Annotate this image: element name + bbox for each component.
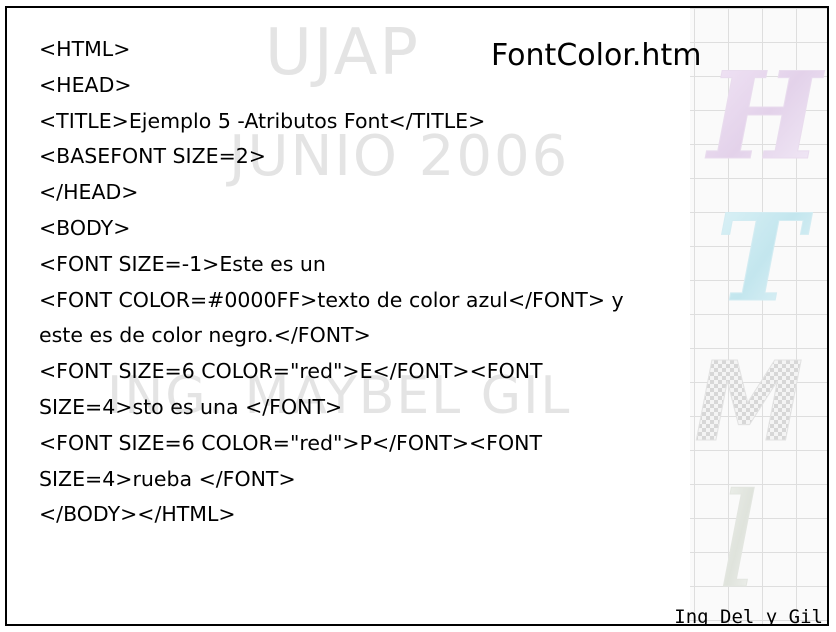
html-letters-graphic: H T M l bbox=[694, 46, 826, 618]
code-line: <BASEFONT SIZE=2> bbox=[39, 144, 266, 169]
code-line: <FONT SIZE=-1>Este es un bbox=[39, 251, 326, 276]
code-line: </HEAD> bbox=[39, 180, 139, 205]
code-line: SIZE=4>rueba </FONT> bbox=[39, 466, 296, 491]
code-line: <TITLE>Ejemplo 5 -Atributos Font</TITLE> bbox=[39, 108, 486, 133]
letter-m-graphic: M bbox=[694, 338, 803, 466]
footer-credit: Ing Del y Gil bbox=[674, 606, 823, 626]
code-line: este es de color negro.</FONT> bbox=[39, 323, 371, 348]
slide: H T M l UJAP JUNIO 2006 ING. MAYBEL GIL … bbox=[5, 6, 829, 626]
letter-t-graphic: T bbox=[716, 188, 813, 329]
code-line: SIZE=4>sto es una </FONT> bbox=[39, 394, 343, 419]
code-line: <HTML> bbox=[39, 37, 131, 61]
code-line: <FONT COLOR=#0000FF>texto de color azul<… bbox=[39, 287, 624, 312]
code-line: <FONT SIZE=6 COLOR="red">P</FONT><FONT bbox=[39, 430, 542, 455]
code-listing: <HTML> <HEAD> <TITLE>Ejemplo 5 -Atributo… bbox=[39, 32, 624, 533]
code-line: <BODY> bbox=[39, 215, 131, 240]
letter-l-graphic: l bbox=[718, 465, 760, 617]
letter-h-graphic: H bbox=[705, 46, 825, 187]
code-line: <HEAD> bbox=[39, 72, 132, 97]
code-line: </BODY></HTML> bbox=[39, 502, 236, 527]
code-line: <FONT SIZE=6 COLOR="red">E</FONT><FONT bbox=[39, 359, 543, 384]
